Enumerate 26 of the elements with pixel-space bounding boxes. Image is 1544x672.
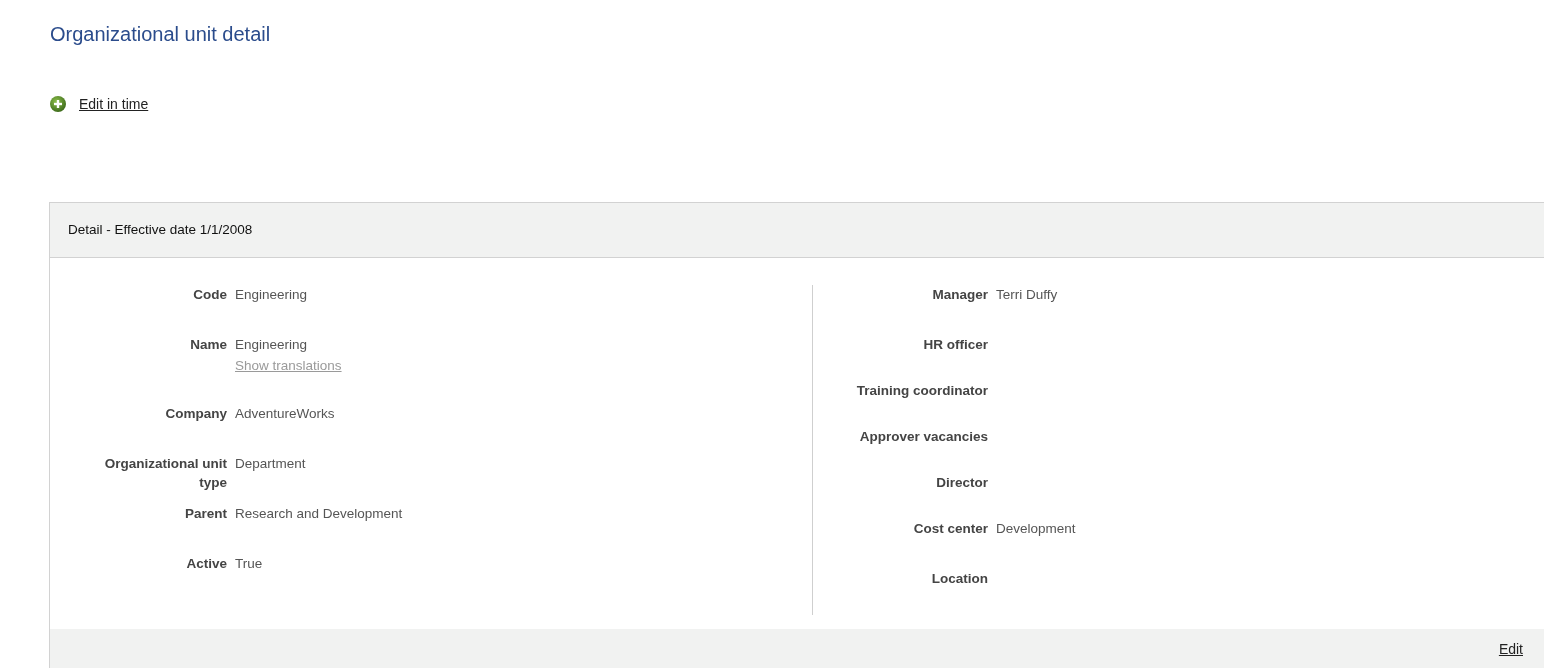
field-label: Cost center bbox=[912, 520, 988, 538]
field-label: Code bbox=[192, 286, 227, 304]
field-label: Parent bbox=[183, 505, 227, 523]
field-value: Terri Duffy bbox=[996, 286, 1058, 304]
field-value: Research and Development bbox=[235, 505, 403, 523]
field-label: Location bbox=[930, 570, 988, 588]
field-label: Name bbox=[189, 336, 227, 354]
field-label: Organizational unit type bbox=[103, 455, 227, 492]
edit-link[interactable]: Edit bbox=[1498, 639, 1523, 658]
field-value: Development bbox=[996, 520, 1076, 538]
page-title: Organizational unit detail bbox=[50, 22, 271, 46]
field-value: Engineering bbox=[235, 336, 308, 354]
field-label: Director bbox=[935, 474, 988, 492]
field-value: AdventureWorks bbox=[235, 405, 335, 423]
field-label: HR officer bbox=[922, 336, 988, 354]
field-value: Department bbox=[235, 455, 306, 473]
panel-header: Detail - Effective date 1/1/2008 bbox=[50, 203, 1544, 258]
field-label: Training coordinator bbox=[855, 382, 988, 400]
field-label: Active bbox=[185, 555, 227, 573]
field-label: Company bbox=[164, 405, 227, 423]
edit-in-time-link[interactable]: Edit in time bbox=[50, 96, 149, 112]
field-label: Approver vacancies bbox=[858, 428, 988, 446]
field-label: Manager bbox=[931, 286, 988, 304]
field-value: Engineering bbox=[235, 286, 308, 304]
field-value: True bbox=[235, 555, 263, 573]
add-icon bbox=[50, 96, 66, 112]
